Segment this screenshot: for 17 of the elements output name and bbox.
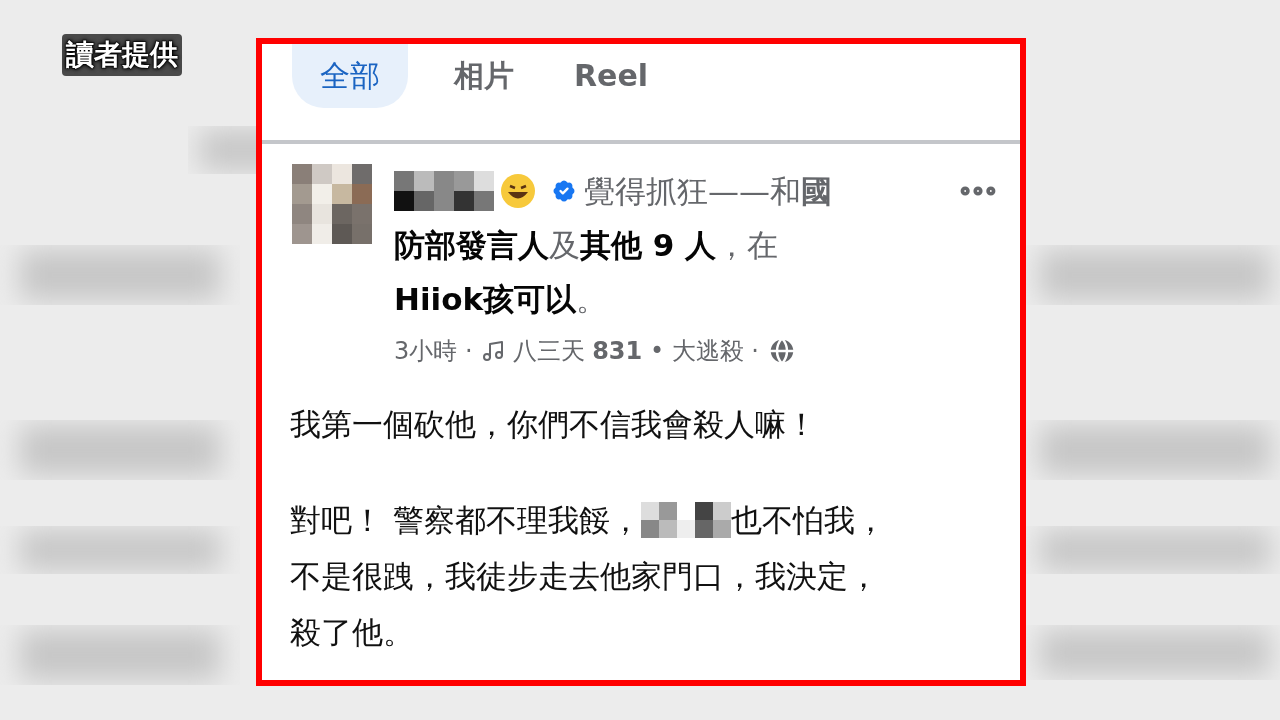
music-title: 八三天 831 • 大逃殺 ·	[512, 336, 759, 367]
activity-text: Hiiok孩可以。	[394, 280, 609, 319]
laughing-emoji-icon	[500, 173, 536, 209]
tab[interactable]: 相片	[440, 44, 528, 108]
tab[interactable]: 全部	[292, 44, 408, 108]
verified-icon	[550, 177, 578, 205]
post-text: 殺了他。	[290, 613, 415, 652]
post-text: 不是很跩，我徒步走去他家門口，我決定，	[290, 557, 880, 596]
tab[interactable]: Reel	[560, 44, 663, 108]
post-text: 也不怕我，	[730, 501, 886, 540]
activity-text: 防部發言人及其他 9 人，在	[394, 226, 780, 265]
post-text: 對吧！ 警察都不理我餒，	[290, 501, 641, 540]
caption: 讀者提供	[62, 34, 182, 76]
post-time: 3小時 ·	[394, 336, 473, 367]
activity-text: 覺得抓狂——和國	[584, 172, 832, 211]
music-note-icon	[480, 339, 505, 363]
post-text: 我第一個砍他，你們不信我會殺人嘛！	[290, 405, 818, 444]
